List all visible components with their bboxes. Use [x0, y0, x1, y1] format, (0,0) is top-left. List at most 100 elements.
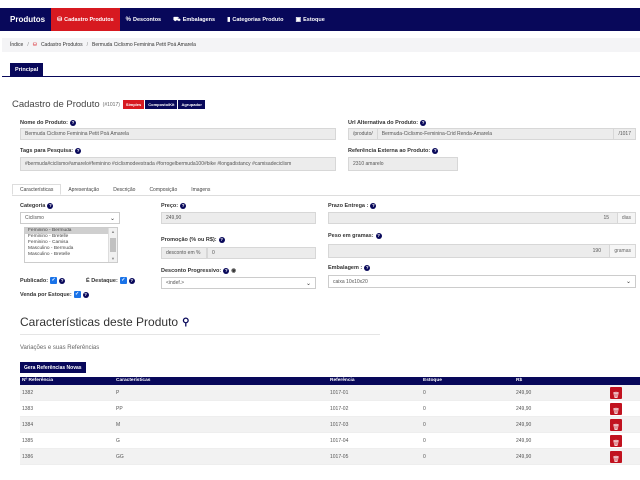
help-icon[interactable]: ? — [59, 277, 66, 284]
subcategoria-listbox[interactable]: Feminino - Bermuda Feminino - Bretelle F… — [24, 227, 118, 263]
nav-estoque[interactable]: ▣ Estoque — [289, 8, 330, 31]
help-icon[interactable]: ? — [223, 268, 230, 274]
url-slug[interactable]: Bermuda-Ciclismo-Feminina-Crid Renda-Ama… — [377, 129, 615, 139]
help-icon[interactable]: ? — [82, 291, 89, 298]
table-row[interactable]: 1386 GG 1017-05 0 249,90 🗑 — [20, 449, 640, 465]
scroll-down-icon[interactable]: ▼ — [111, 256, 115, 261]
gera-referencias-button[interactable]: Gera Referências Novas — [20, 362, 86, 373]
trash-icon: 🗑 — [612, 425, 620, 431]
table-row[interactable]: 1384 M 1017-03 0 249,90 🗑 — [20, 417, 640, 433]
delete-button[interactable]: 🗑 — [610, 403, 622, 415]
cell-caract: PP — [116, 406, 123, 412]
help-icon[interactable]: ? — [128, 277, 135, 284]
help-icon[interactable]: ? — [69, 120, 76, 126]
breadcrumb-home[interactable]: Índice — [10, 42, 23, 48]
table-row[interactable]: 1383 PP 1017-02 0 249,90 🗑 — [20, 401, 640, 417]
search-icon[interactable]: ⚲ — [182, 317, 189, 328]
cell-ref: 1017-01 — [330, 390, 349, 396]
nav-label: Categorias Produto — [232, 16, 284, 23]
cell-estoque: 0 — [423, 454, 426, 460]
eye-icon[interactable]: ◉ — [231, 268, 236, 274]
nav-categorias-produto[interactable]: ▮ Categorias Produto — [221, 8, 289, 31]
delete-button[interactable]: 🗑 — [610, 451, 622, 463]
publicado-row: Publicado: ✓ ? — [20, 277, 66, 284]
tab-composicao[interactable]: Composição — [142, 184, 184, 195]
nome-field[interactable]: Bermuda Ciclismo Feminina Petit Poá Amar… — [20, 128, 336, 140]
cell-preco: 249,90 — [516, 406, 532, 412]
prazo-label: Prazo Entrega : ? — [328, 203, 377, 209]
delete-button[interactable]: 🗑 — [610, 387, 622, 399]
venda-estoque-checkbox[interactable]: ✓ — [73, 291, 81, 298]
type-composto-button[interactable]: Composto/Kit — [145, 100, 178, 109]
help-icon[interactable]: ? — [180, 203, 187, 209]
table-row[interactable]: 1382 P 1017-01 0 249,90 🗑 — [20, 385, 640, 401]
promocao-label: Promoção (% ou R$): ? — [161, 237, 225, 243]
breadcrumb-separator: / — [86, 42, 89, 48]
prazo-unit: dias — [616, 213, 635, 223]
trash-icon: 🗑 — [612, 457, 620, 463]
url-label-text: Url Alternativa do Produto: — [348, 120, 419, 126]
prazo-label-text: Prazo Entrega : — [328, 203, 369, 209]
list-item[interactable]: Masculino - Bretelle — [25, 252, 117, 258]
breadcrumb-section[interactable]: Cadastro Produtos — [41, 42, 83, 48]
col-header: R$ — [516, 378, 523, 383]
desconto-value: <indef.> — [166, 280, 185, 286]
tab-descricao[interactable]: Descrição — [106, 184, 142, 195]
help-icon[interactable]: ? — [75, 148, 82, 154]
venda-estoque-row: Venda por Estoque: ✓ ? — [20, 291, 89, 298]
nav-label: Descontos — [133, 16, 162, 23]
nav-brand[interactable]: Produtos — [0, 15, 51, 24]
help-icon[interactable]: ? — [218, 237, 225, 243]
col-header: Nº Referência — [22, 378, 54, 383]
preco-label: Preço: ? — [161, 203, 187, 209]
help-icon[interactable]: ? — [364, 265, 371, 271]
cell-ref: 1017-05 — [330, 454, 349, 460]
breadcrumb-separator: / — [27, 42, 29, 48]
help-icon[interactable]: ? — [420, 120, 427, 126]
embalagem-select[interactable]: caixa 10x10x20 ⌄ — [328, 275, 636, 288]
cell-caract: G — [116, 438, 120, 444]
nav-descontos[interactable]: % Descontos — [120, 8, 167, 31]
type-simples-button[interactable]: Simples — [122, 100, 145, 109]
publicado-checkbox[interactable]: ✓ — [50, 277, 58, 284]
url-field[interactable]: /produto/ Bermuda-Ciclismo-Feminina-Crid… — [348, 128, 636, 140]
scroll-thumb[interactable] — [110, 238, 116, 252]
nome-label-text: Nome do Produto: — [20, 120, 68, 126]
destaque-row: É Destaque: ✓ ? — [86, 277, 135, 284]
nav-embalagens[interactable]: ⛟ Embalagens — [167, 8, 221, 31]
prazo-field[interactable]: 15 dias — [328, 212, 636, 224]
listbox-scrollbar[interactable]: ▲ ▼ — [108, 228, 117, 262]
cell-id: 1383 — [22, 406, 34, 412]
help-icon[interactable]: ? — [370, 203, 377, 209]
scroll-up-icon[interactable]: ▲ — [111, 229, 115, 234]
tab-imagens[interactable]: Imagens — [184, 184, 217, 195]
promocao-type-field[interactable]: desconto em % — [161, 247, 207, 259]
tags-field[interactable]: #bermuda#ciclismo#amarelo#feminino #cicl… — [20, 157, 336, 171]
tab-principal[interactable]: Principal — [10, 63, 44, 76]
embalagem-value: caixa 10x10x20 — [333, 278, 368, 285]
help-icon[interactable]: ? — [375, 233, 382, 239]
prazo-value: 15 — [603, 215, 609, 221]
promocao-value-field[interactable]: 0 — [207, 247, 316, 259]
chevron-down-icon: ⌄ — [305, 280, 311, 287]
preco-field[interactable]: 249,90 — [161, 212, 316, 224]
categoria-select[interactable]: Ciclismo ⌄ — [20, 212, 120, 224]
ref-externa-field[interactable]: 2310 amarelo — [348, 157, 458, 171]
tab-caracteristicas[interactable]: Características — [12, 184, 62, 195]
page-title-text: Cadastro de Produto — [12, 99, 100, 110]
destaque-checkbox[interactable]: ✓ — [119, 277, 127, 284]
page-title: Cadastro de Produto (#1017) Simples Comp… — [12, 99, 205, 110]
peso-field[interactable]: 190 gramas — [328, 244, 636, 258]
nav-cadastro-produtos[interactable]: ⛁ Cadastro Produtos — [51, 8, 120, 31]
breadcrumb: Índice / ⛁ Cadastro Produtos / Bermuda C… — [2, 38, 640, 52]
delete-button[interactable]: 🗑 — [610, 419, 622, 431]
table-row[interactable]: 1385 G 1017-04 0 249,90 🗑 — [20, 433, 640, 449]
type-agrupador-button[interactable]: Agrupador — [178, 100, 205, 109]
delete-button[interactable]: 🗑 — [610, 435, 622, 447]
tab-divider — [2, 76, 640, 77]
cell-caract: GG — [116, 454, 124, 460]
tab-apresentacao[interactable]: Apresentação — [61, 184, 106, 195]
desconto-select[interactable]: <indef.> ⌄ — [161, 277, 316, 289]
help-icon[interactable]: ? — [47, 203, 54, 209]
help-icon[interactable]: ? — [432, 148, 439, 154]
